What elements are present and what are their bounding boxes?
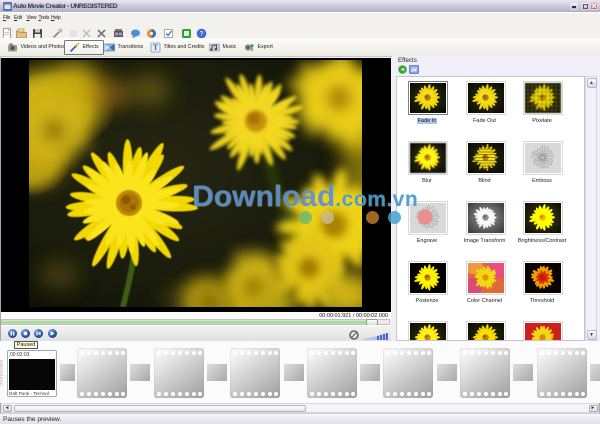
svg-text:T: T	[153, 43, 159, 52]
svg-text:?: ?	[200, 31, 204, 38]
